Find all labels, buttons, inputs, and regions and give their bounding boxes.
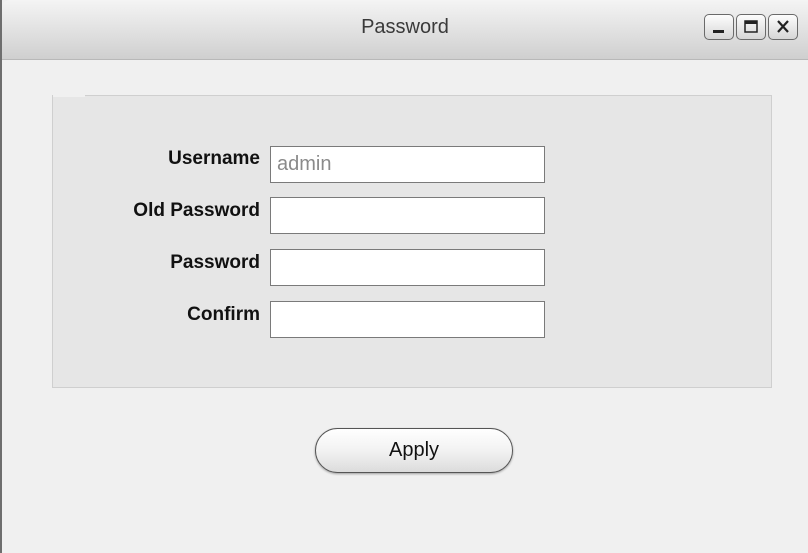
old-password-label: Old Password xyxy=(133,200,260,221)
minimize-button[interactable] xyxy=(704,14,734,40)
password-field[interactable] xyxy=(270,249,545,286)
maximize-icon xyxy=(744,20,758,33)
window-title: Password xyxy=(361,16,449,38)
close-button[interactable] xyxy=(768,14,798,40)
password-fieldset xyxy=(52,95,772,388)
close-icon xyxy=(777,20,789,33)
minimize-icon xyxy=(713,30,724,33)
password-label: Password xyxy=(170,252,260,273)
maximize-button[interactable] xyxy=(736,14,766,40)
apply-button[interactable]: Apply xyxy=(315,428,513,473)
confirm-password-field[interactable] xyxy=(270,301,545,338)
password-window: Password Username Old Password Password … xyxy=(0,0,808,553)
title-bar[interactable]: Password xyxy=(2,0,808,60)
username-label: Username xyxy=(168,148,260,169)
confirm-label: Confirm xyxy=(187,304,260,325)
username-field[interactable] xyxy=(270,146,545,183)
old-password-field[interactable] xyxy=(270,197,545,234)
fieldset-legend-gap xyxy=(53,94,85,97)
